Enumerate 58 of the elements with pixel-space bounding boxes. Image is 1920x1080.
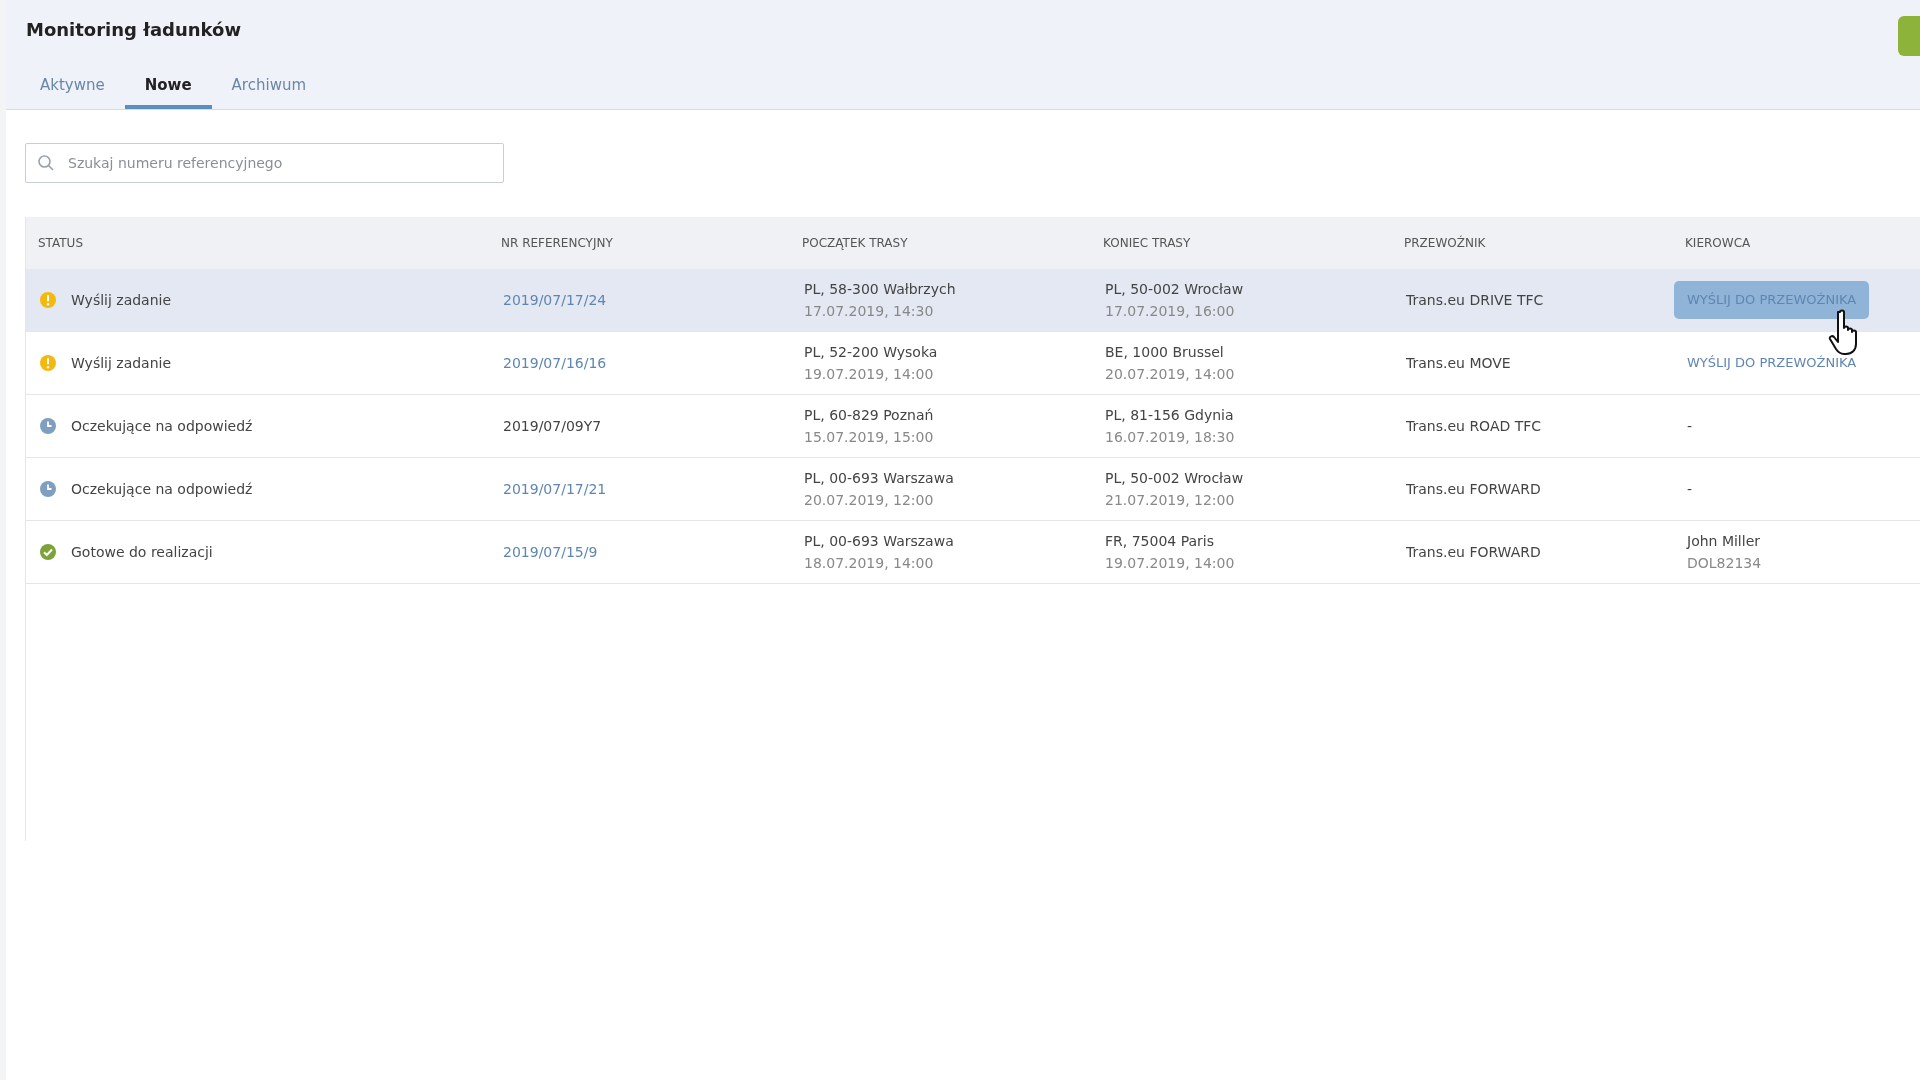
route-place: PL, 52-200 Wysoka xyxy=(804,343,938,362)
route-place: BE, 1000 Brussel xyxy=(1105,343,1224,362)
route-time: 19.07.2019, 14:00 xyxy=(1105,554,1235,573)
status-label: Wyślij zadanie xyxy=(71,353,172,373)
check-icon xyxy=(39,543,57,561)
carrier-name: Trans.eu DRIVE TFC xyxy=(1406,292,1544,308)
route-time: 20.07.2019, 14:00 xyxy=(1105,365,1235,384)
route-place: PL, 00-693 Warszawa xyxy=(804,532,954,551)
route-time: 18.07.2019, 14:00 xyxy=(804,554,934,573)
driver-name: John Miller xyxy=(1687,532,1760,551)
route-time: 20.07.2019, 12:00 xyxy=(804,491,934,510)
route-place: PL, 81-156 Gdynia xyxy=(1105,406,1234,425)
route-time: 15.07.2019, 15:00 xyxy=(804,428,934,447)
page-title: Monitoring ładunków xyxy=(26,18,242,42)
send-to-carrier-button[interactable]: WYŚLIJ DO PRZEWOŹNIKA xyxy=(1674,344,1870,382)
route-place: FR, 75004 Paris xyxy=(1105,532,1214,551)
column-header: POCZĄTEK TRASY xyxy=(802,235,908,252)
carrier-name: Trans.eu FORWARD xyxy=(1406,481,1541,497)
route-time: 17.07.2019, 16:00 xyxy=(1105,302,1235,321)
search-field[interactable]: Szukaj numeru referencyjnego xyxy=(25,143,504,183)
carrier-name: Trans.eu MOVE xyxy=(1406,355,1511,371)
route-place: PL, 00-693 Warszawa xyxy=(804,469,954,488)
column-header: KONIEC TRASY xyxy=(1103,235,1191,252)
driver-empty: - xyxy=(1687,418,1693,434)
status-label: Wyślij zadanie xyxy=(71,290,172,310)
column-header: PRZEWOŹNIK xyxy=(1404,234,1486,252)
side-button[interactable] xyxy=(1898,16,1920,56)
status-label: Gotowe do realizacji xyxy=(71,542,213,562)
route-place: PL, 60-829 Poznań xyxy=(804,406,934,425)
status-label: Oczekujące na odpowiedź xyxy=(71,416,253,436)
carrier-name: Trans.eu ROAD TFC xyxy=(1406,418,1542,434)
warning-icon xyxy=(39,354,57,372)
reference-link[interactable]: 2019/07/16/16 xyxy=(503,355,607,371)
driver-id: DOL82134 xyxy=(1687,554,1762,573)
route-time: 16.07.2019, 18:30 xyxy=(1105,428,1235,447)
reference-link[interactable]: 2019/07/15/9 xyxy=(503,544,598,560)
warning-icon xyxy=(39,291,57,309)
tab[interactable]: Archiwum xyxy=(211,66,327,109)
clock-icon xyxy=(39,480,57,498)
column-header: STATUS xyxy=(37,235,84,252)
route-time: 19.07.2019, 14:00 xyxy=(804,365,934,384)
tab[interactable]: Nowe xyxy=(124,66,212,109)
reference-number: 2019/07/09Y7 xyxy=(503,418,602,434)
driver-empty: - xyxy=(1687,481,1693,497)
status-label: Oczekujące na odpowiedź xyxy=(71,479,253,499)
column-header: NR REFERENCYJNY xyxy=(501,235,613,252)
search-icon xyxy=(37,154,55,172)
route-place: PL, 50-002 Wrocław xyxy=(1105,280,1244,299)
reference-link[interactable]: 2019/07/17/24 xyxy=(503,292,607,308)
route-place: PL, 58-300 Wałbrzych xyxy=(804,280,956,299)
column-header: KIEROWCA xyxy=(1685,235,1751,252)
route-time: 21.07.2019, 12:00 xyxy=(1105,491,1235,510)
clock-icon xyxy=(39,417,57,435)
route-place: PL, 50-002 Wrocław xyxy=(1105,469,1244,488)
route-time: 17.07.2019, 14:30 xyxy=(804,302,934,321)
carrier-name: Trans.eu FORWARD xyxy=(1406,544,1541,560)
tab[interactable]: Aktywne xyxy=(20,66,125,109)
reference-link[interactable]: 2019/07/17/21 xyxy=(503,481,607,497)
